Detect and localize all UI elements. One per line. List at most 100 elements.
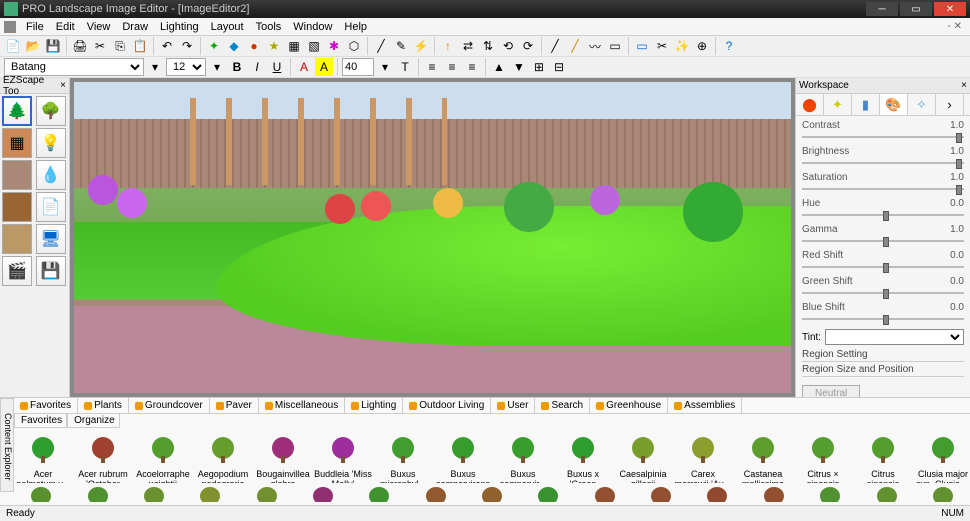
new-icon[interactable]: 📄 xyxy=(4,37,22,55)
lib-tab-assemblies[interactable]: Assemblies xyxy=(668,398,742,413)
lib-tab-favorites[interactable]: Favorites xyxy=(14,398,78,413)
library-item[interactable]: Acoelorraphe wrightii xyxy=(134,430,192,481)
layer-down-icon[interactable]: ▼ xyxy=(510,58,528,76)
close-button[interactable]: ✕ xyxy=(934,2,966,16)
tint-select[interactable] xyxy=(825,329,964,345)
library-item[interactable]: Bougainvillea glabra xyxy=(254,430,312,481)
library-item[interactable]: Carex morrowii 'Au... xyxy=(674,430,732,481)
menu-tools[interactable]: Tools xyxy=(250,21,288,33)
paver-tool[interactable] xyxy=(2,160,32,190)
library-item[interactable]: Caesalpinia gillesii xyxy=(614,430,672,481)
library-item[interactable] xyxy=(70,483,124,503)
text-icon[interactable]: T xyxy=(396,58,414,76)
flip-v-icon[interactable]: ⇅ xyxy=(479,37,497,55)
menu-window[interactable]: Window xyxy=(287,21,338,33)
slider-track[interactable] xyxy=(802,131,964,143)
select-icon[interactable]: ▭ xyxy=(633,37,651,55)
library-item[interactable]: Buddleia 'Miss Molly' xyxy=(314,430,372,481)
lib-tab-paver[interactable]: Paver xyxy=(210,398,259,413)
tree-tool[interactable]: 🌲 xyxy=(2,96,32,126)
texture-tool[interactable]: ▦ xyxy=(2,128,32,158)
light-tool[interactable]: 💡 xyxy=(36,128,66,158)
rect-icon[interactable]: ▭ xyxy=(606,37,624,55)
ws-tab-2[interactable]: ✦ xyxy=(824,94,852,115)
curve-icon[interactable]: 〰 xyxy=(586,37,604,55)
ws-tab-1[interactable]: ⬤ xyxy=(796,94,824,115)
library-item[interactable]: Citrus × sinensis xyxy=(794,430,852,481)
font-size-select[interactable]: 12 xyxy=(166,58,206,76)
library-item[interactable]: Buxus sempervirens xyxy=(434,430,492,481)
library-item[interactable]: Castanea mollissima xyxy=(734,430,792,481)
rotate-icon[interactable]: ⟳ xyxy=(519,37,537,55)
mulch-tool[interactable] xyxy=(2,192,32,222)
ws-tab-3[interactable]: ▮ xyxy=(852,94,880,115)
wand-icon[interactable]: ✨ xyxy=(673,37,691,55)
print-icon[interactable]: 🖨 xyxy=(71,37,89,55)
library-item[interactable] xyxy=(859,483,913,503)
minimize-button[interactable]: ─ xyxy=(866,2,898,16)
ws-tab-5[interactable]: ✧ xyxy=(908,94,936,115)
tool-icon[interactable]: ▦ xyxy=(285,37,303,55)
slider-track[interactable] xyxy=(802,287,964,299)
dropdown-icon[interactable]: ▾ xyxy=(146,58,164,76)
tool-icon[interactable]: ⬡ xyxy=(345,37,363,55)
menu-layout[interactable]: Layout xyxy=(205,21,250,33)
library-item[interactable] xyxy=(465,483,519,503)
tool-icon[interactable]: ▧ xyxy=(305,37,323,55)
lib-tab-plants[interactable]: Plants xyxy=(78,398,129,413)
menu-view[interactable]: View xyxy=(81,21,117,33)
subtab-organize[interactable]: Organize xyxy=(67,414,120,428)
menu-file[interactable]: File xyxy=(20,21,50,33)
library-item[interactable] xyxy=(747,483,801,503)
ws-tab-more[interactable]: › xyxy=(936,94,964,115)
tool-icon[interactable]: ◆ xyxy=(225,37,243,55)
slider-track[interactable] xyxy=(802,183,964,195)
library-item[interactable]: Clusia major syn. Clusia ... xyxy=(914,430,970,481)
library-item[interactable] xyxy=(296,483,350,503)
library-items[interactable]: Acer palmatum v...Acer rubrum 'October G… xyxy=(0,428,970,483)
font-select[interactable]: Batang xyxy=(4,58,144,76)
subtab-favorites[interactable]: Favorites xyxy=(14,414,67,428)
lib-tab-groundcover[interactable]: Groundcover xyxy=(129,398,210,413)
library-item[interactable]: Buxus microphyl... xyxy=(374,430,432,481)
panel-close-icon[interactable]: × xyxy=(961,80,967,91)
panel-close-icon[interactable]: × xyxy=(60,80,66,91)
tool-icon[interactable]: ✱ xyxy=(325,37,343,55)
flip-h-icon[interactable]: ⇄ xyxy=(459,37,477,55)
undo-icon[interactable]: ↶ xyxy=(158,37,176,55)
lib-tab-outdoor-living[interactable]: Outdoor Living xyxy=(403,398,491,413)
slider-track[interactable] xyxy=(802,235,964,247)
slider-track[interactable] xyxy=(802,313,964,325)
tool-icon[interactable]: ✦ xyxy=(205,37,223,55)
group-icon[interactable]: ⊞ xyxy=(530,58,548,76)
library-item[interactable]: Acer rubrum 'October Glory' xyxy=(74,430,132,481)
bold-icon[interactable]: B xyxy=(228,58,246,76)
library-item[interactable] xyxy=(352,483,406,503)
library-item[interactable] xyxy=(183,483,237,503)
neutral-button[interactable]: Neutral xyxy=(802,385,860,397)
library-item[interactable]: Citrus sinensis 'Valencia' xyxy=(854,430,912,481)
italic-icon[interactable]: I xyxy=(248,58,266,76)
library-item[interactable] xyxy=(521,483,575,503)
plant-tool[interactable]: 🌳 xyxy=(36,96,66,126)
lib-tab-miscellaneous[interactable]: Miscellaneous xyxy=(259,398,345,413)
layer-up-icon[interactable]: ▲ xyxy=(490,58,508,76)
paste-icon[interactable]: 📋 xyxy=(131,37,149,55)
pencil-icon[interactable]: ✎ xyxy=(392,37,410,55)
document-tool[interactable]: 📄 xyxy=(36,192,66,222)
library-item[interactable] xyxy=(239,483,293,503)
menu-lighting[interactable]: Lighting xyxy=(154,21,205,33)
clapper-tool[interactable]: 🎬 xyxy=(2,256,32,286)
line-icon[interactable]: ╱ xyxy=(372,37,390,55)
menu-edit[interactable]: Edit xyxy=(50,21,81,33)
library-item[interactable] xyxy=(14,483,68,503)
library-item[interactable]: Aegopodium podagraria xyxy=(194,430,252,481)
library-item[interactable] xyxy=(409,483,463,503)
ungroup-icon[interactable]: ⊟ xyxy=(550,58,568,76)
library-item[interactable] xyxy=(690,483,744,503)
rotate-icon[interactable]: ⟲ xyxy=(499,37,517,55)
lib-tab-search[interactable]: Search xyxy=(535,398,590,413)
lib-tab-lighting[interactable]: Lighting xyxy=(345,398,403,413)
cut-icon[interactable]: ✂ xyxy=(91,37,109,55)
lib-tab-user[interactable]: User xyxy=(491,398,535,413)
